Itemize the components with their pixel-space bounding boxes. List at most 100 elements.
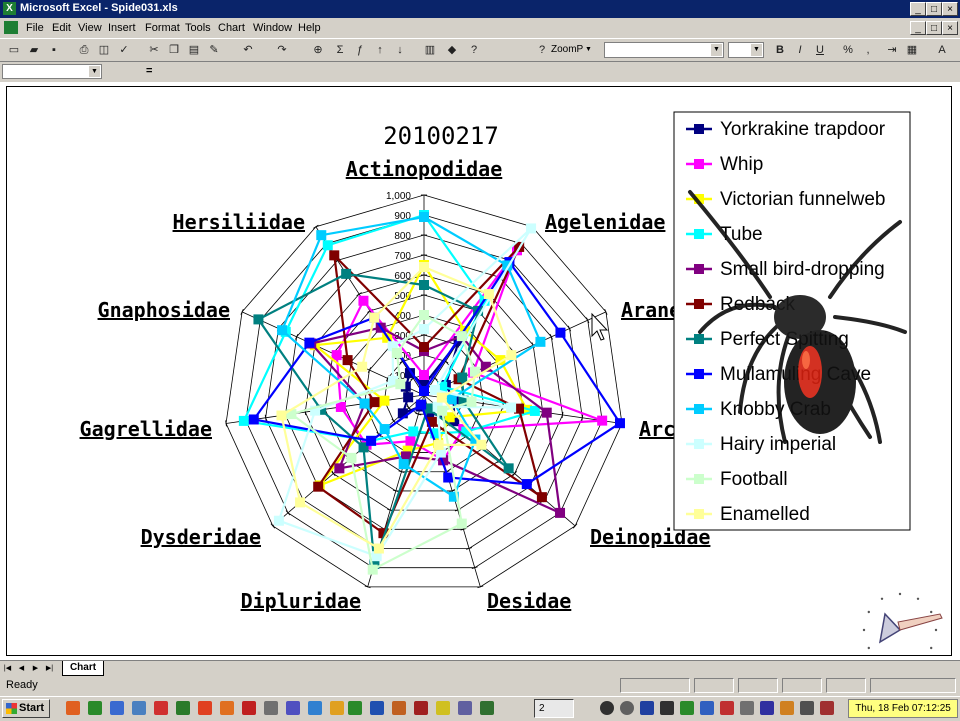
tray-icon[interactable] (740, 701, 754, 715)
menu-chart[interactable]: Chart (218, 22, 245, 34)
bold-icon[interactable]: B (772, 42, 788, 58)
quicklaunch-icon[interactable] (414, 701, 428, 715)
autosum-icon[interactable]: Σ (332, 42, 348, 58)
redo-icon[interactable]: ↷ (274, 42, 290, 58)
name-box[interactable]: ▼ (2, 64, 102, 79)
series-marker[interactable] (526, 223, 537, 234)
firefox-icon[interactable] (220, 701, 234, 715)
series-marker[interactable] (346, 452, 357, 463)
series-marker[interactable] (398, 459, 409, 470)
tray-icon[interactable] (720, 701, 734, 715)
last-sheet-icon[interactable]: ▶| (44, 663, 55, 674)
series-marker[interactable] (419, 386, 429, 396)
series-marker[interactable] (433, 439, 444, 450)
series-marker[interactable] (273, 515, 284, 526)
series-marker[interactable] (334, 463, 345, 474)
series-marker[interactable] (277, 325, 288, 336)
menu-tools[interactable]: Tools (185, 22, 211, 34)
spelling-icon[interactable]: ✓ (116, 42, 132, 58)
explorer-icon[interactable] (110, 701, 124, 715)
doc-restore-button[interactable]: □ (926, 21, 942, 35)
series-marker[interactable] (506, 350, 517, 361)
tray-icon[interactable] (760, 701, 774, 715)
series-marker[interactable] (408, 426, 419, 437)
series-marker[interactable] (238, 415, 249, 426)
doc-close-button[interactable]: × (942, 21, 958, 35)
series-marker[interactable] (521, 479, 532, 490)
series-marker[interactable] (367, 564, 378, 575)
comma-icon[interactable]: , (860, 42, 876, 58)
excel-taskbar-button[interactable]: 2 (534, 699, 574, 718)
series-marker[interactable] (295, 497, 306, 508)
quicklaunch-icon[interactable] (132, 701, 146, 715)
series-marker[interactable] (555, 327, 566, 338)
undo-icon[interactable]: ↶ (240, 42, 256, 58)
quicklaunch-icon[interactable] (154, 701, 168, 715)
series-marker[interactable] (419, 262, 429, 272)
menu-edit[interactable]: Edit (52, 22, 71, 34)
sheet-tab-chart[interactable]: Chart (62, 661, 104, 676)
series-marker[interactable] (503, 463, 514, 474)
series-marker[interactable] (443, 472, 454, 483)
minimize-button[interactable]: _ (910, 2, 926, 16)
chart-title[interactable]: 20100217 (383, 122, 499, 150)
quicklaunch-icon[interactable] (286, 701, 300, 715)
tray-icon[interactable] (600, 701, 614, 715)
filezilla-icon[interactable] (198, 701, 212, 715)
series-marker[interactable] (369, 312, 380, 323)
percent-icon[interactable]: % (840, 42, 856, 58)
series-marker[interactable] (535, 336, 546, 347)
map-icon[interactable]: ◆ (444, 42, 460, 58)
quicklaunch-icon[interactable] (242, 701, 256, 715)
series-marker[interactable] (253, 314, 264, 325)
quicklaunch-icon[interactable] (436, 701, 450, 715)
series-marker[interactable] (391, 347, 402, 358)
next-sheet-icon[interactable]: ▶ (30, 663, 41, 674)
chevron-down-icon[interactable]: ▼ (711, 44, 722, 56)
quicklaunch-icon[interactable] (458, 701, 472, 715)
sort-descending-icon[interactable]: ↓ (392, 42, 408, 58)
chevron-down-icon[interactable]: ▼ (751, 44, 762, 56)
series-marker[interactable] (457, 372, 468, 383)
series-marker[interactable] (456, 518, 467, 529)
menu-view[interactable]: View (78, 22, 102, 34)
series-marker[interactable] (506, 402, 517, 413)
function-icon[interactable]: ƒ (352, 42, 368, 58)
tray-icon[interactable] (820, 701, 834, 715)
cut-icon[interactable]: ✂ (146, 42, 162, 58)
new-icon[interactable]: ▭ (6, 42, 22, 58)
chart-wizard-icon[interactable]: ▥ (422, 42, 438, 58)
prev-sheet-icon[interactable]: ◀ (16, 663, 27, 674)
series-marker[interactable] (536, 492, 547, 503)
series-marker[interactable] (316, 230, 327, 241)
print-preview-icon[interactable]: ◫ (96, 42, 112, 58)
series-marker[interactable] (437, 405, 448, 416)
quicklaunch-icon[interactable] (392, 701, 406, 715)
excel-quicklaunch-icon[interactable] (348, 701, 362, 715)
tray-icon[interactable] (680, 701, 694, 715)
menu-help[interactable]: Help (298, 22, 321, 34)
doc-minimize-button[interactable]: _ (910, 21, 926, 35)
radar-chart[interactable]: 20100217 1,00090080070060050040030020010… (0, 82, 960, 660)
menu-window[interactable]: Window (253, 22, 292, 34)
quicklaunch-icon[interactable] (176, 701, 190, 715)
font-name-combo[interactable]: ▼ (604, 42, 724, 58)
tray-icon[interactable] (660, 701, 674, 715)
series-marker[interactable] (416, 399, 427, 410)
series-marker[interactable] (476, 439, 487, 450)
start-button[interactable]: Start (2, 699, 50, 718)
format-painter-icon[interactable]: ✎ (206, 42, 222, 58)
series-marker[interactable] (597, 415, 608, 426)
series-marker[interactable] (359, 398, 370, 409)
taskbar-clock[interactable]: Thu, 18 Feb 07:12:25 (848, 699, 958, 718)
zoom-combo[interactable]: ZoomP ▼ (548, 42, 596, 58)
series-marker[interactable] (436, 392, 447, 403)
series-marker[interactable] (357, 361, 368, 372)
italic-icon[interactable]: I (792, 42, 808, 58)
quicklaunch-icon[interactable] (88, 701, 102, 715)
increase-indent-icon[interactable]: ⇥ (884, 42, 900, 58)
chevron-down-icon[interactable]: ▼ (89, 66, 100, 77)
series-marker[interactable] (366, 435, 377, 446)
series-marker[interactable] (369, 397, 380, 408)
series-marker[interactable] (405, 436, 416, 447)
